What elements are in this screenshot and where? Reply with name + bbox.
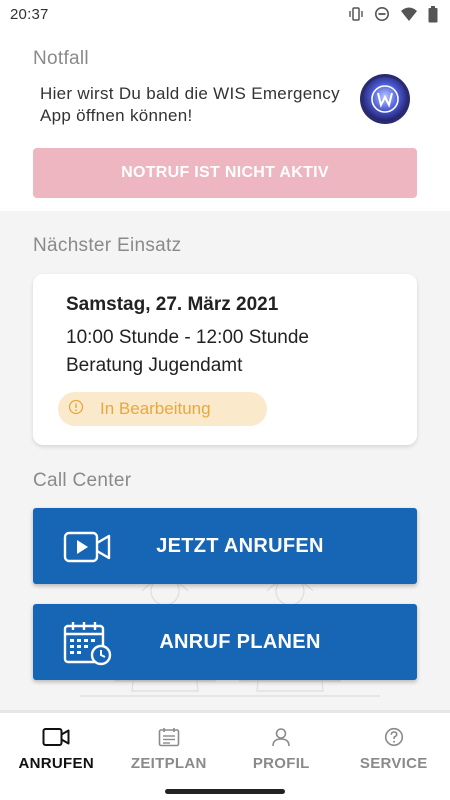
bottom-nav: ANRUFEN ZEITPLAN PROFIL SERVICE — [0, 710, 450, 784]
vibrate-icon — [348, 6, 364, 22]
call-center-title: Call Center — [33, 470, 132, 491]
video-camera-icon — [42, 727, 70, 747]
person-icon — [271, 727, 291, 747]
notruf-button-label: NOTRUF IST NICHT AKTIV — [121, 164, 329, 181]
battery-icon — [428, 5, 438, 23]
wis-emergency-logo[interactable] — [359, 73, 411, 125]
einsatz-card[interactable]: Samstag, 27. März 2021 10:00 Stunde - 12… — [33, 274, 417, 445]
content-area: Nächster Einsatz Samstag, 27. März 2021 … — [0, 211, 450, 710]
notfall-title: Notfall — [33, 48, 89, 69]
info-circle-icon — [68, 399, 84, 420]
home-indicator[interactable] — [165, 789, 285, 794]
nav-item-profil[interactable]: PROFIL — [225, 713, 338, 784]
einsatz-description: Beratung Jugendamt — [66, 355, 243, 376]
nav-item-anrufen[interactable]: ANRUFEN — [0, 713, 113, 784]
nav-label-service: SERVICE — [359, 755, 428, 772]
notruf-button[interactable]: NOTRUF IST NICHT AKTIV — [33, 148, 417, 198]
wifi-icon — [400, 6, 418, 22]
schedule-call-button[interactable]: ANRUF PLANEN — [33, 604, 417, 680]
status-bar: 20:37 — [0, 0, 450, 28]
nav-label-anrufen: ANRUFEN — [18, 755, 94, 772]
einsatz-date: Samstag, 27. März 2021 — [66, 294, 279, 315]
notfall-section: Notfall Hier wirst Du bald die WIS Emerg… — [0, 28, 450, 211]
status-badge: In Bearbeitung — [58, 392, 267, 426]
call-now-button[interactable]: JETZT ANRUFEN — [33, 508, 417, 584]
schedule-call-label: ANRUF PLANEN — [159, 630, 321, 653]
nav-item-service[interactable]: SERVICE — [338, 713, 450, 784]
gesture-bar — [0, 784, 450, 800]
call-now-label: JETZT ANRUFEN — [156, 534, 324, 557]
status-time: 20:37 — [10, 5, 49, 23]
help-circle-icon — [384, 727, 404, 747]
notfall-text: Hier wirst Du bald die WIS Emergency App… — [40, 84, 340, 125]
nav-item-zeitplan[interactable]: ZEITPLAN — [113, 713, 226, 784]
do-not-disturb-icon — [374, 6, 390, 22]
einsatz-title: Nächster Einsatz — [33, 235, 182, 256]
einsatz-time: 10:00 Stunde - 12:00 Stunde — [66, 327, 309, 348]
nav-label-profil: PROFIL — [252, 755, 310, 772]
schedule-icon — [158, 727, 180, 747]
status-badge-label: In Bearbeitung — [100, 399, 211, 418]
nav-label-zeitplan: ZEITPLAN — [130, 755, 207, 772]
status-icons — [348, 5, 438, 23]
